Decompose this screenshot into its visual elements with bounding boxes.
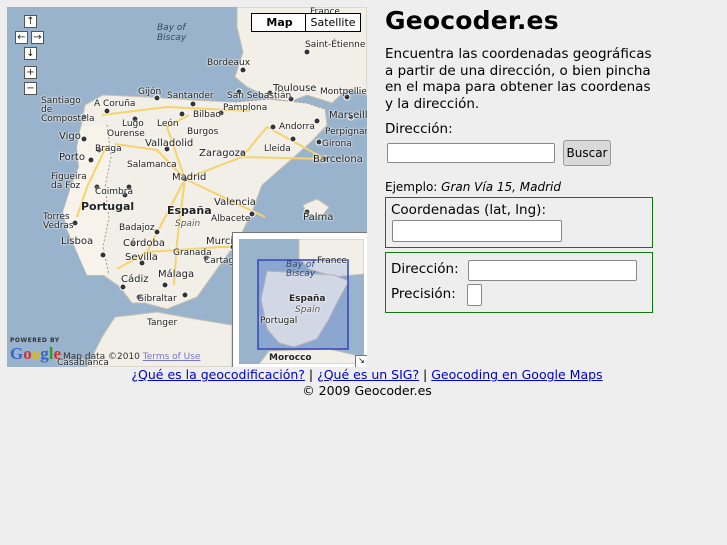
city-label: Saint-Étienne xyxy=(305,40,366,50)
city-label: Andorra xyxy=(279,122,315,132)
city-label: Gijón xyxy=(138,87,162,97)
city-label: Tanger xyxy=(147,318,178,328)
city-label: Santander xyxy=(167,91,214,101)
link-separator: | xyxy=(419,367,432,382)
map-copyright: Map data ©2010 Terms of Use xyxy=(63,352,200,362)
overview-label: Portugal xyxy=(260,316,298,326)
city-label: Sevilla xyxy=(125,252,158,263)
city-label: Lugo xyxy=(122,119,144,129)
example-text: Ejemplo: Gran Vía 15, Madrid xyxy=(385,180,561,194)
map-data-credit: Map data ©2010 xyxy=(63,352,143,362)
google-wordmark: Google xyxy=(10,344,62,363)
city-label: Málaga xyxy=(158,269,195,280)
city-label: Murci xyxy=(206,236,234,247)
google-logo[interactable]: POWERED BY Google xyxy=(10,337,61,364)
link-separator: | xyxy=(304,367,318,382)
city-label: Perpignan xyxy=(325,127,367,137)
city-label: Córdoba xyxy=(123,238,165,249)
pan-up-button[interactable]: ↑ xyxy=(24,15,37,28)
city-label: Bordeaux xyxy=(207,58,251,68)
precision-label: Precisión: xyxy=(391,286,456,302)
city-label: Salamanca xyxy=(127,160,177,170)
address-label: Dirección: xyxy=(385,121,453,137)
arrow-left-icon: ← xyxy=(17,32,26,43)
city-label: Santiago de Compostela xyxy=(41,96,95,124)
overview-label: España xyxy=(289,294,326,304)
footer-links: ¿Qué es la geocodificación? | ¿Qué es un… xyxy=(0,367,727,382)
coordinates-field[interactable] xyxy=(392,220,562,242)
map-canvas[interactable]: Bay of Biscay France Saint-Étienne Borde… xyxy=(7,7,367,367)
zoom-out-button[interactable]: − xyxy=(24,82,37,95)
city-label: A Coruña xyxy=(94,99,136,109)
precision-field[interactable] xyxy=(467,284,482,306)
city-label: Burgos xyxy=(187,127,219,137)
city-label: San Sebastián xyxy=(227,91,292,101)
result-address-label: Dirección: xyxy=(391,261,459,277)
terms-of-use-link[interactable]: Terms of Use xyxy=(143,352,201,362)
city-label: Lleida xyxy=(264,144,291,154)
city-label: Zaragoza xyxy=(199,148,247,159)
city-label: Porto xyxy=(59,152,85,163)
link-google-maps-geocoding[interactable]: Geocoding en Google Maps xyxy=(431,367,602,382)
city-label: Coimbra xyxy=(95,187,133,197)
arrow-down-icon: ↓ xyxy=(26,48,35,59)
city-label: Figueira da Foz xyxy=(51,172,87,191)
city-label: Cádiz xyxy=(121,274,149,285)
overview-map[interactable]: France Bay of Biscay España Spain Portug… xyxy=(232,232,367,367)
city-label: Girona xyxy=(322,139,352,149)
minus-icon: − xyxy=(26,83,35,94)
country-label: Spain xyxy=(175,219,201,229)
overview-label: France xyxy=(317,256,347,266)
overview-map-view[interactable]: France Bay of Biscay España Spain Portug… xyxy=(239,239,364,364)
city-label: Lisboa xyxy=(61,236,94,247)
country-label: España xyxy=(167,204,212,217)
overview-label: Spain xyxy=(295,305,321,315)
city-label: Pamplona xyxy=(223,103,268,113)
city-label: Barcelona xyxy=(313,154,363,165)
pan-left-button[interactable]: ← xyxy=(15,31,28,44)
copyright-text: © 2009 Geocoder.es xyxy=(302,383,432,398)
city-label: Ourense xyxy=(107,129,145,139)
overview-label: Morocco xyxy=(269,353,312,363)
coordinates-label: Coordenadas (lat, lng): xyxy=(391,202,546,218)
city-label: Palma xyxy=(303,212,334,223)
map-type-satellite-button[interactable]: Satellite xyxy=(305,13,361,32)
city-label: Torres Vedras xyxy=(43,212,74,231)
example-prefix: Ejemplo: xyxy=(385,180,442,194)
sea-label-biscay: Bay of Biscay xyxy=(157,23,187,43)
zoom-in-button[interactable]: + xyxy=(24,66,37,79)
overview-sea-label: Bay of Biscay xyxy=(286,260,316,279)
city-label: Madrid xyxy=(172,172,207,183)
country-label: Portugal xyxy=(81,200,135,213)
city-label: León xyxy=(157,119,179,129)
city-label: Marseille xyxy=(329,110,367,121)
result-box: Dirección: Precisión: xyxy=(385,252,653,313)
site-title: Geocoder.es xyxy=(385,6,559,35)
search-button[interactable]: Buscar xyxy=(563,140,611,166)
pan-right-button[interactable]: → xyxy=(31,31,44,44)
city-label: Badajoz xyxy=(119,223,155,233)
coordinates-box: Coordenadas (lat, lng): xyxy=(385,197,653,248)
city-label: Valladolid xyxy=(145,138,194,149)
city-label: Albacete xyxy=(211,214,251,224)
pan-down-button[interactable]: ↓ xyxy=(24,47,37,60)
arrow-right-icon: → xyxy=(33,32,42,43)
city-label: Bilbao xyxy=(193,110,221,120)
link-gis-info[interactable]: ¿Qué es un SIG? xyxy=(317,367,419,382)
powered-by-label: POWERED BY xyxy=(10,337,60,344)
arrow-up-icon: ↑ xyxy=(26,16,35,27)
example-value: Gran Vía 15, Madrid xyxy=(441,180,561,194)
overview-toggle-icon[interactable]: ↘ xyxy=(355,355,367,367)
link-geocoding-info[interactable]: ¿Qué es la geocodificación? xyxy=(131,367,305,382)
city-label: Gibraltar xyxy=(137,294,177,304)
address-input[interactable] xyxy=(387,143,555,163)
city-label: Braga xyxy=(95,144,122,154)
city-label: Valencia xyxy=(214,197,256,208)
city-label: Montpellier xyxy=(320,87,367,97)
result-address-field[interactable] xyxy=(468,260,637,281)
map-type-map-button[interactable]: Map xyxy=(251,13,307,32)
intro-text: Encuentra las coordenadas geográficas a … xyxy=(385,46,652,112)
city-label: Vigo xyxy=(59,131,81,142)
plus-icon: + xyxy=(26,67,35,78)
